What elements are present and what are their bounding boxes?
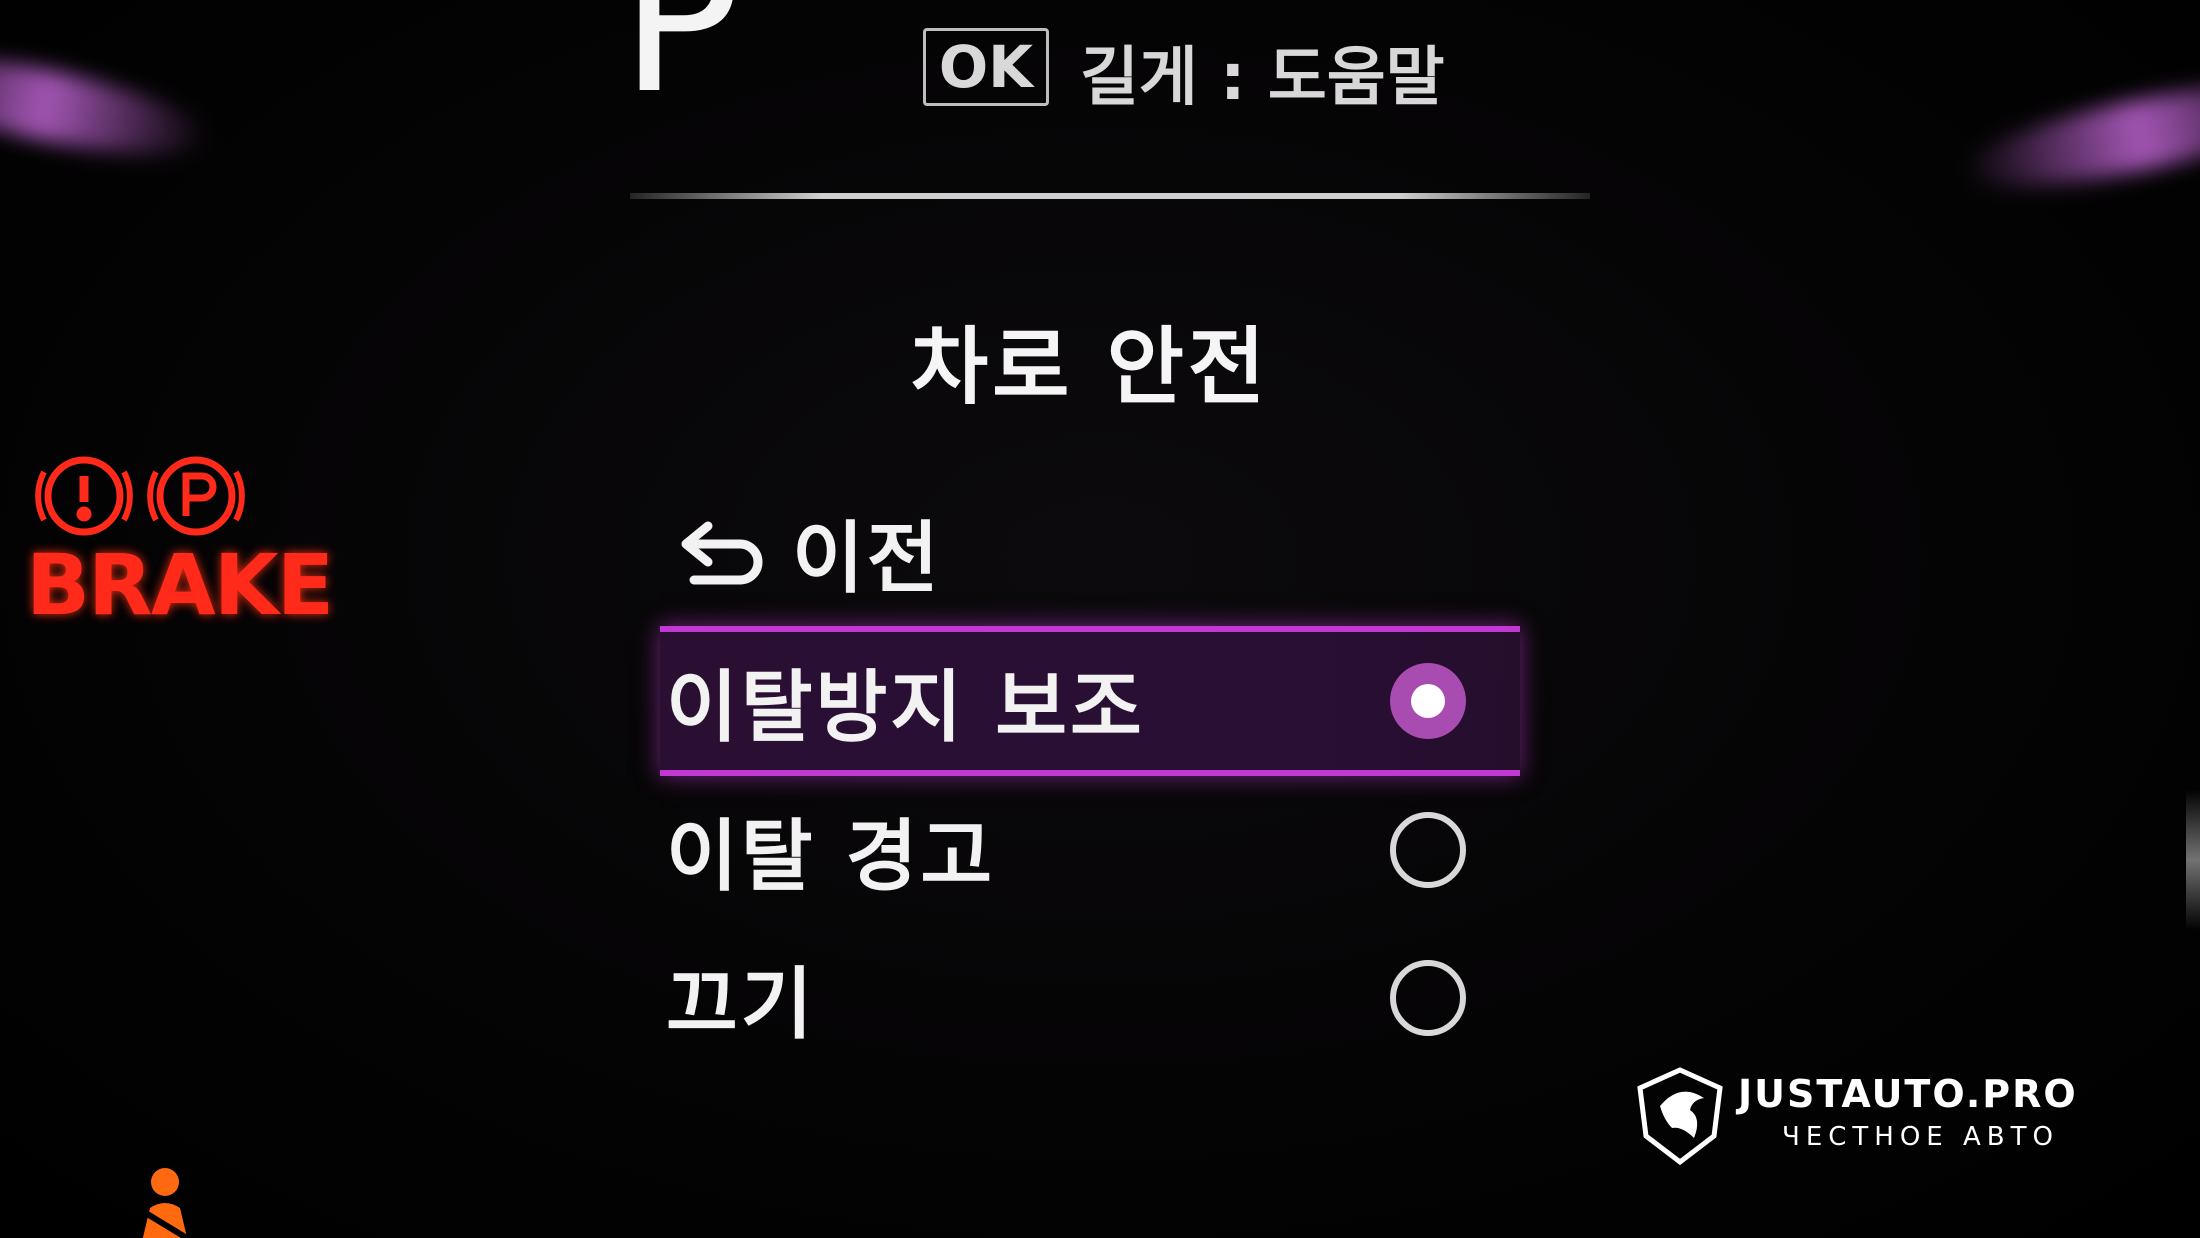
- header-divider: [630, 193, 1590, 199]
- option-label: 끄기: [666, 960, 816, 1050]
- eagle-shield-logo: [1637, 1067, 1723, 1166]
- gear-indicator: P: [620, 0, 741, 138]
- instrument-cluster-screen: P OK 길게 : 도움말 차로 안전 이전 이탈방지 보조 이탈 경고 끄기: [0, 0, 2200, 1238]
- help-hint-text: 길게 : 도움말: [1080, 41, 1445, 115]
- option-lane-keeping-assist[interactable]: 이탈방지 보조: [660, 626, 1520, 776]
- watermark-subtitle: ЧЕСТНОЕ АВТО: [1782, 1122, 2059, 1152]
- back-menu-item[interactable]: 이전: [660, 482, 1520, 622]
- return-arrow-icon: [681, 521, 763, 585]
- option-lane-departure-warning[interactable]: 이탈 경고: [660, 780, 1520, 920]
- menu-title: 차로 안전: [910, 318, 1270, 416]
- radio-selected[interactable]: [1390, 663, 1466, 739]
- ok-key-label: OK: [923, 28, 1049, 106]
- brake-warning-icon: [35, 456, 133, 536]
- left-ambient-glow: [0, 36, 214, 174]
- back-label: 이전: [792, 514, 942, 604]
- parking-brake-icon: [147, 456, 245, 536]
- radio-unselected[interactable]: [1390, 960, 1466, 1036]
- watermark: JUSTAUTO.PRO ЧЕСТНОЕ АВТО: [1632, 1066, 2112, 1166]
- right-ambient-glow: [1956, 63, 2200, 207]
- radio-unselected[interactable]: [1390, 812, 1466, 888]
- option-off[interactable]: 끄기: [660, 928, 1520, 1068]
- radio-dot: [1411, 684, 1445, 718]
- right-edge-highlight: [2186, 790, 2200, 930]
- watermark-title: JUSTAUTO.PRO: [1738, 1072, 2078, 1116]
- brake-label: BRAKE: [26, 536, 334, 634]
- seatbelt-warning-icon: [142, 1168, 192, 1238]
- option-label: 이탈 경고: [666, 812, 996, 902]
- option-label: 이탈방지 보조: [666, 663, 1145, 753]
